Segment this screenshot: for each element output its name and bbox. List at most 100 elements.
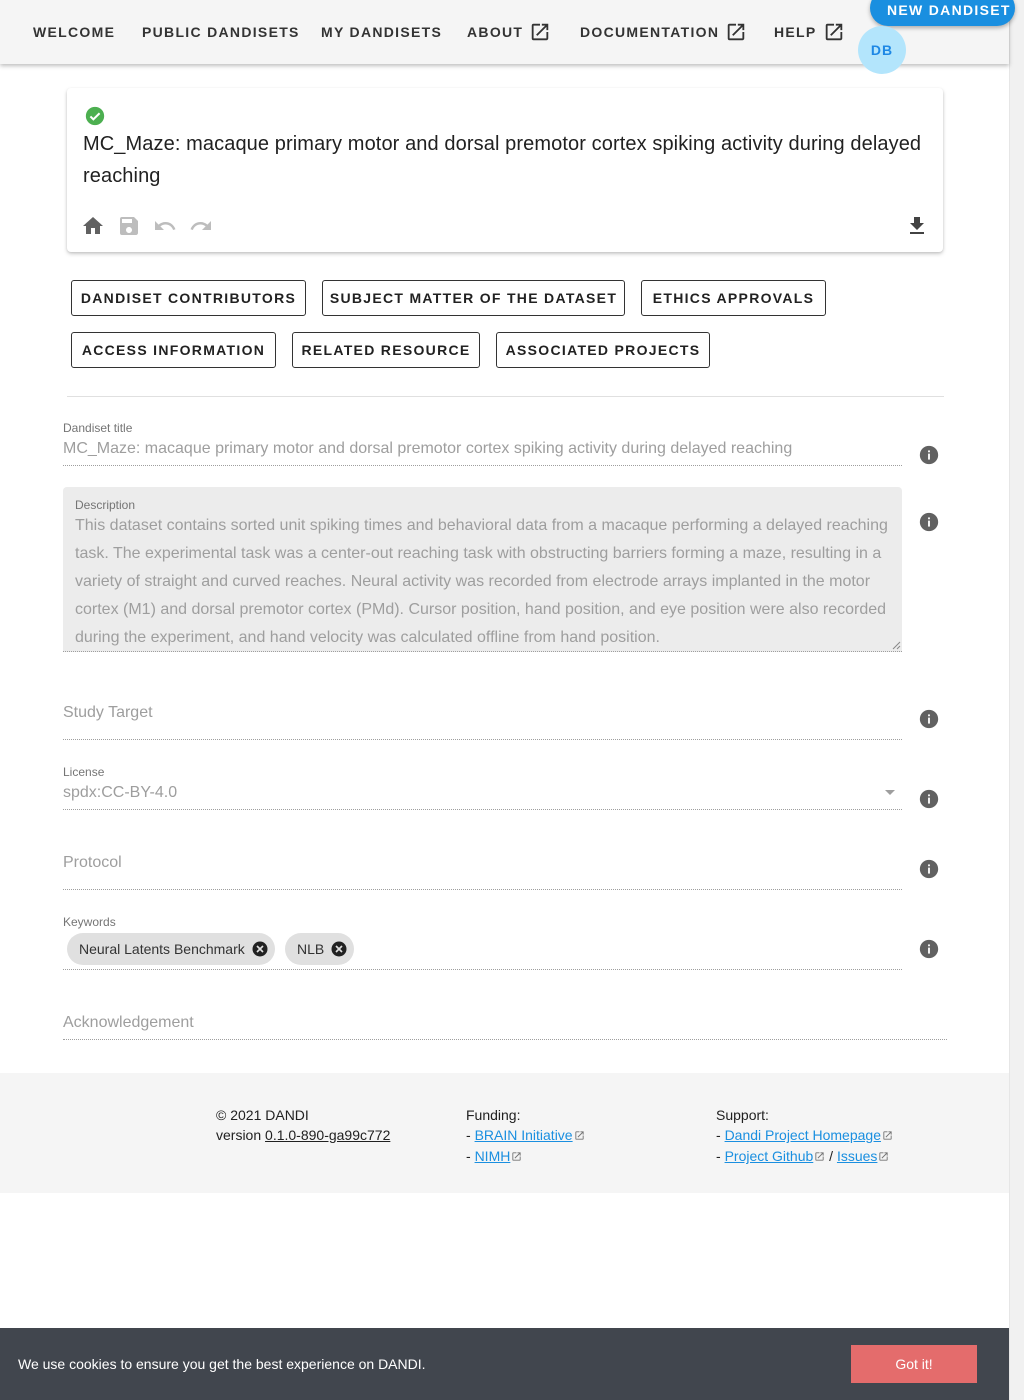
bullet: - [466, 1127, 475, 1143]
description-text: This dataset contains sorted unit spikin… [75, 517, 888, 646]
subject-matter-label: Subject Matter of the Dataset [329, 290, 618, 306]
footer-support-column: Support: - Dandi Project Homepage - Proj… [716, 1105, 893, 1167]
new-dandiset-label: New Dandiset [887, 2, 1011, 18]
study-target-underline [63, 739, 902, 740]
protocol-underline [63, 889, 902, 890]
close-circle-icon[interactable] [330, 940, 348, 958]
page-footer: © 2021 DANDI version 0.1.0-890-ga99c772 … [0, 1073, 1009, 1193]
section-divider [67, 396, 944, 397]
nav-public-dandisets-label: Public Dandisets [142, 24, 300, 40]
new-dandiset-button[interactable]: New Dandiset [870, 0, 1015, 26]
bullet: - [716, 1127, 725, 1143]
acknowledgement-underline [63, 1039, 947, 1040]
nav-my-dandisets[interactable]: My Dandisets [321, 16, 442, 48]
license-underline [63, 809, 902, 810]
resize-handle-icon[interactable] [891, 640, 901, 650]
redo-icon[interactable] [189, 214, 213, 238]
support-title: Support: [716, 1107, 769, 1123]
open-in-new-icon [725, 21, 747, 43]
dandiset-contributors-label: Dandiset Contributors [80, 290, 297, 306]
external-link-icon [511, 1147, 522, 1167]
license-label: License [63, 765, 105, 779]
cookie-consent-bar: We use cookies to ensure you get the bes… [0, 1328, 1009, 1400]
close-circle-icon[interactable] [251, 940, 269, 958]
related-resource-label: Related Resource [301, 342, 471, 358]
description-textarea[interactable]: Description This dataset contains sorted… [63, 487, 902, 652]
description-label: Description [75, 498, 136, 512]
version-prefix: version [216, 1127, 266, 1143]
save-icon[interactable] [117, 214, 141, 238]
info-icon[interactable] [918, 708, 940, 730]
access-information-button[interactable]: Access Information [71, 332, 276, 368]
chevron-down-icon[interactable] [882, 787, 898, 799]
copyright-text: © 2021 DANDI [216, 1107, 309, 1123]
info-icon[interactable] [918, 788, 940, 810]
issues-link[interactable]: Issues [837, 1148, 877, 1164]
keywords-underline [63, 969, 902, 970]
info-icon[interactable] [918, 938, 940, 960]
ethics-approvals-label: Ethics Approvals [652, 290, 815, 306]
nav-documentation[interactable]: Documentation [580, 16, 747, 48]
page-scrollbar[interactable] [1009, 0, 1024, 1400]
external-link-icon [882, 1126, 893, 1146]
dandi-homepage-link[interactable]: Dandi Project Homepage [725, 1127, 881, 1143]
user-avatar[interactable]: DB [858, 26, 906, 74]
bullet: - [716, 1148, 725, 1164]
open-in-new-icon [823, 21, 845, 43]
ethics-approvals-button[interactable]: Ethics Approvals [641, 280, 826, 316]
access-information-label: Access Information [81, 342, 266, 358]
cookie-message: We use cookies to ensure you get the bes… [18, 1356, 426, 1372]
info-icon[interactable] [918, 444, 940, 466]
cookie-accept-button[interactable]: Got it! [851, 1345, 977, 1383]
download-icon[interactable] [905, 214, 929, 238]
dandiset-header-card: MC_Maze: macaque primary motor and dorsa… [67, 88, 943, 252]
footer-funding-column: Funding: - BRAIN Initiative - NIMH [466, 1105, 585, 1167]
nav-help-label: Help [774, 24, 817, 40]
study-target-input[interactable]: Study Target [63, 704, 153, 722]
dandiset-title-label: Dandiset title [63, 421, 133, 435]
license-select[interactable]: spdx:CC-BY-4.0 [63, 784, 177, 802]
protocol-input[interactable]: Protocol [63, 854, 122, 872]
external-link-icon [574, 1126, 585, 1146]
nav-help[interactable]: Help [774, 16, 845, 48]
keyword-chip[interactable]: NLB [285, 933, 355, 965]
external-link-icon [814, 1147, 825, 1167]
link-separator: / [829, 1148, 834, 1164]
dandiset-title-input[interactable]: MC_Maze: macaque primary motor and dorsa… [63, 440, 792, 458]
project-github-link[interactable]: Project Github [725, 1148, 814, 1164]
check-circle-icon [84, 105, 106, 127]
top-app-bar: Welcome Public Dandisets My Dandisets Ab… [0, 0, 1015, 74]
keyword-chip[interactable]: Neural Latents Benchmark [67, 933, 275, 965]
nav-public-dandisets[interactable]: Public Dandisets [142, 16, 300, 48]
bullet: - [466, 1148, 475, 1164]
version-line: version 0.1.0-890-ga99c772 [216, 1125, 390, 1145]
associated-projects-label: Associated Projects [505, 342, 701, 358]
nav-my-dandisets-label: My Dandisets [321, 24, 443, 40]
info-icon[interactable] [918, 511, 940, 533]
undo-icon[interactable] [153, 214, 177, 238]
cookie-accept-label: Got it! [895, 1356, 933, 1372]
info-icon[interactable] [918, 858, 940, 880]
related-resource-button[interactable]: Related Resource [292, 332, 480, 368]
nav-about[interactable]: About [467, 16, 551, 48]
subject-matter-button[interactable]: Subject Matter of the Dataset [322, 280, 625, 316]
nimh-link[interactable]: NIMH [475, 1148, 511, 1164]
acknowledgement-input[interactable]: Acknowledgement [63, 1014, 194, 1032]
nav-documentation-label: Documentation [580, 24, 720, 40]
dandiset-title-underline [63, 465, 902, 466]
brain-initiative-link[interactable]: BRAIN Initiative [475, 1127, 573, 1143]
version-link[interactable]: 0.1.0-890-ga99c772 [265, 1127, 390, 1143]
associated-projects-button[interactable]: Associated Projects [496, 332, 710, 368]
page-title: MC_Maze: macaque primary motor and dorsa… [83, 133, 922, 187]
dandiset-contributors-button[interactable]: Dandiset Contributors [71, 280, 306, 316]
keywords-label: Keywords [63, 915, 116, 929]
home-icon[interactable] [81, 214, 105, 238]
funding-title: Funding: [466, 1107, 521, 1123]
open-in-new-icon [529, 21, 551, 43]
keyword-chip-label: Neural Latents Benchmark [79, 941, 245, 957]
nav-about-label: About [467, 24, 524, 40]
keyword-chip-label: NLB [297, 941, 325, 957]
footer-copyright-column: © 2021 DANDI version 0.1.0-890-ga99c772 [216, 1105, 390, 1145]
nav-welcome[interactable]: Welcome [33, 16, 115, 48]
nav-welcome-label: Welcome [33, 24, 116, 40]
